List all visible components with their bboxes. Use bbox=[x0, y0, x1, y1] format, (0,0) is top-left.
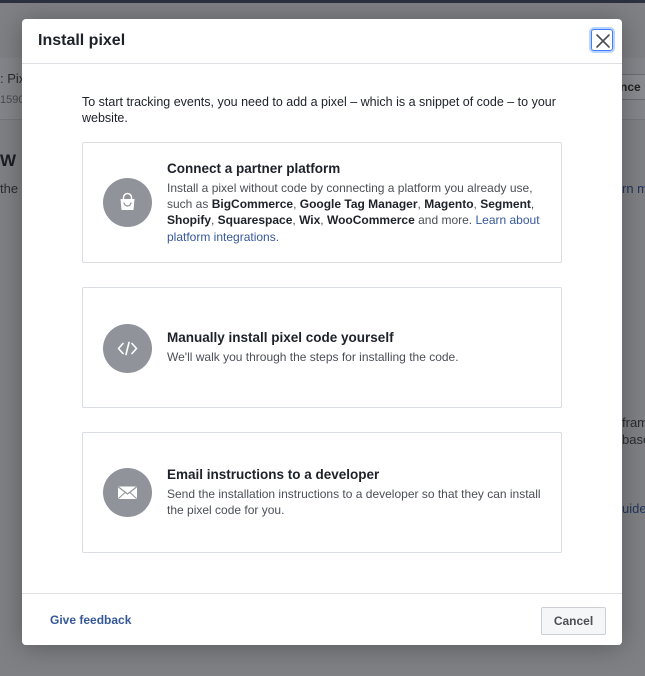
background-text: 1590 bbox=[0, 94, 25, 106]
option-title: Manually install pixel code yourself bbox=[167, 330, 394, 345]
platform-name: Segment bbox=[480, 197, 531, 212]
background-top-bar bbox=[0, 0, 645, 3]
envelope-icon bbox=[103, 468, 152, 517]
intro-text: To start tracking events, you need to ad… bbox=[82, 95, 556, 125]
platform-name: Magento bbox=[424, 197, 474, 212]
background-text: base bbox=[622, 432, 645, 447]
background-link: uide bbox=[622, 501, 645, 516]
close-icon bbox=[596, 34, 610, 48]
option-title: Connect a partner platform bbox=[167, 161, 341, 176]
option-email-developer[interactable]: Email instructions to a developer Send t… bbox=[82, 432, 562, 553]
background-text: the bbox=[0, 181, 19, 196]
option-description: We'll walk you through the steps for ins… bbox=[167, 350, 459, 364]
platform-name: WooCommerce bbox=[326, 213, 415, 228]
shopping-bag-icon bbox=[103, 178, 152, 227]
code-icon bbox=[103, 324, 152, 373]
platform-name: Wix bbox=[299, 213, 321, 228]
give-feedback-link[interactable]: Give feedback bbox=[50, 613, 131, 627]
install-pixel-dialog: Install pixel To start tracking events, … bbox=[22, 19, 622, 645]
cancel-button[interactable]: Cancel bbox=[541, 607, 606, 635]
dialog-footer: Give feedback Cancel bbox=[22, 593, 622, 645]
dialog-header: Install pixel bbox=[22, 19, 622, 64]
platform-name: Shopify bbox=[167, 213, 211, 228]
option-manual-install[interactable]: Manually install pixel code yourself We'… bbox=[82, 287, 562, 408]
platform-name: Google Tag Manager bbox=[299, 197, 418, 212]
platform-name: Squarespace bbox=[217, 213, 293, 228]
platform-name: BigCommerce bbox=[211, 197, 294, 212]
background-heading: W bbox=[0, 151, 17, 170]
background-text: fram bbox=[622, 415, 645, 430]
option-title: Email instructions to a developer bbox=[167, 467, 380, 482]
option-description: Install a pixel without code by connecti… bbox=[167, 181, 540, 244]
dialog-title: Install pixel bbox=[38, 32, 126, 49]
close-button[interactable] bbox=[591, 29, 613, 51]
option-partner-platform[interactable]: Connect a partner platform Install a pix… bbox=[82, 142, 562, 263]
option-description: Send the installation instructions to a … bbox=[167, 487, 541, 518]
background-link: rn m bbox=[622, 181, 645, 196]
